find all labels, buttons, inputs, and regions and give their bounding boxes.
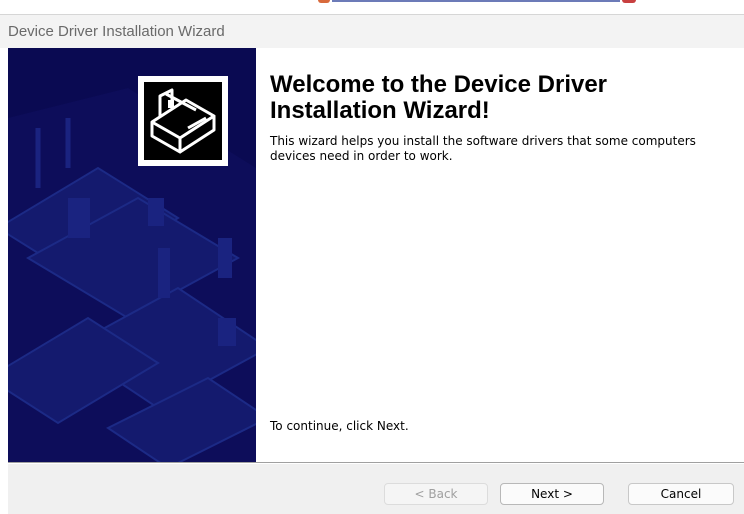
background-accent-left [318, 0, 330, 3]
desktop-background-strip [0, 0, 744, 14]
background-accent-line [332, 0, 620, 2]
welcome-heading: Welcome to the Device Driver Installatio… [270, 71, 608, 124]
wizard-content: Welcome to the Device Driver Installatio… [256, 48, 744, 462]
wizard-description: This wizard helps you install the softwa… [270, 134, 696, 163]
wizard-footer: < Back Next > Cancel [8, 464, 744, 514]
back-button[interactable]: < Back [384, 483, 488, 505]
title-bar[interactable]: Device Driver Installation Wizard [0, 14, 744, 48]
window-title: Device Driver Installation Wizard [8, 23, 225, 40]
cancel-button[interactable]: Cancel [628, 483, 734, 505]
wizard-sidebar-banner [8, 48, 256, 462]
next-button[interactable]: Next > [500, 483, 604, 505]
wizard-window: Device Driver Installation Wizard Welcom… [0, 0, 744, 514]
background-accent-right [622, 0, 636, 3]
hardware-device-icon [138, 76, 228, 166]
continue-instruction: To continue, click Next. [270, 419, 409, 433]
